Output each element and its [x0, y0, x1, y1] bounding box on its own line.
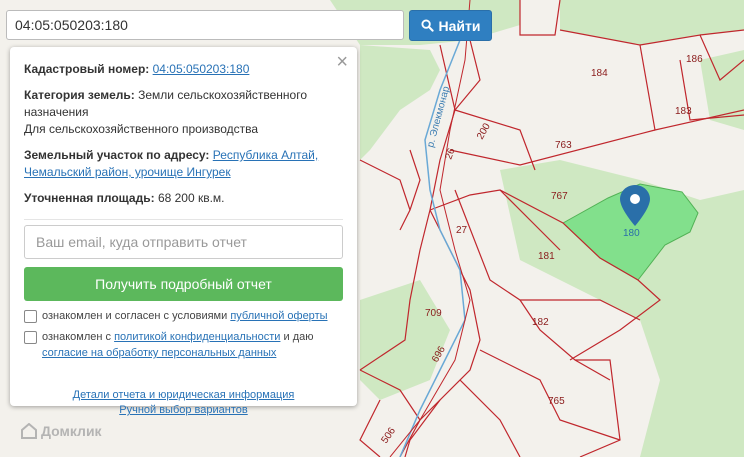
search-button-label: Найти	[438, 17, 481, 34]
search-icon	[420, 19, 434, 32]
area-value: 68 200 кв.м.	[157, 191, 225, 205]
agree-privacy-text-b: и даю	[283, 331, 314, 343]
cadastral-row: Кадастровый номер: 04:05:050203:180	[24, 61, 343, 78]
parcel-label-180: 180	[623, 228, 640, 239]
get-report-button[interactable]: Получить подробный отчет	[24, 267, 343, 301]
parcel-label-181: 181	[538, 251, 555, 262]
agree-offer-row: ознакомлен и согласен с условиями публич…	[24, 308, 343, 324]
cadastral-label: Кадастровый номер:	[24, 62, 150, 76]
footer-links: Детали отчета и юридическая информация Р…	[24, 388, 343, 418]
close-icon[interactable]: ×	[336, 52, 348, 72]
category-row: Категория земель: Земли сельскохозяйстве…	[24, 87, 343, 138]
agree-privacy-checkbox[interactable]	[24, 331, 37, 344]
manual-selection-link[interactable]: Ручной выбор вариантов	[119, 404, 247, 416]
parcel-label-709: 709	[425, 308, 442, 319]
domclick-logo: Домклик	[21, 423, 102, 439]
agree-offer-text: ознакомлен и согласен с условиями	[42, 310, 228, 322]
domclick-logo-icon	[21, 423, 37, 439]
divider	[24, 219, 343, 220]
parcel-label-765: 765	[548, 396, 565, 407]
parcel-label-27: 27	[456, 225, 468, 236]
area-label: Уточненная площадь:	[24, 191, 155, 205]
privacy-policy-link[interactable]: политикой конфиденциальности	[114, 331, 280, 343]
address-row: Земельный участок по адресу: Республика …	[24, 147, 343, 181]
parcel-label-767: 767	[551, 191, 568, 202]
category-label: Категория земель:	[24, 88, 135, 102]
cadastral-link[interactable]: 04:05:050203:180	[153, 62, 250, 76]
domclick-logo-text: Домклик	[41, 423, 102, 439]
parcel-label-186: 186	[686, 54, 703, 65]
category-use: Для сельскохозяйственного производства	[24, 122, 259, 136]
parcel-label-183: 183	[675, 106, 692, 117]
report-details-link[interactable]: Детали отчета и юридическая информация	[73, 389, 295, 401]
agree-offer-checkbox[interactable]	[24, 310, 37, 323]
parcel-label-184: 184	[591, 68, 608, 79]
address-label: Земельный участок по адресу:	[24, 148, 210, 162]
email-field[interactable]	[24, 225, 343, 259]
parcel-info-panel: × Кадастровый номер: 04:05:050203:180 Ка…	[10, 47, 357, 416]
agree-privacy-row: ознакомлен с политикой конфиденциальност…	[24, 329, 343, 361]
public-offer-link[interactable]: публичной оферты	[230, 310, 327, 322]
parcel-label-182: 182	[532, 317, 549, 328]
search-button[interactable]: Найти	[409, 10, 492, 41]
agree-privacy-text-a: ознакомлен с	[42, 331, 112, 343]
search-input[interactable]	[6, 10, 404, 40]
parcel-label-763: 763	[555, 140, 572, 151]
personal-data-consent-link[interactable]: согласие на обработку персональных данны…	[42, 347, 276, 359]
area-row: Уточненная площадь: 68 200 кв.м.	[24, 190, 343, 207]
